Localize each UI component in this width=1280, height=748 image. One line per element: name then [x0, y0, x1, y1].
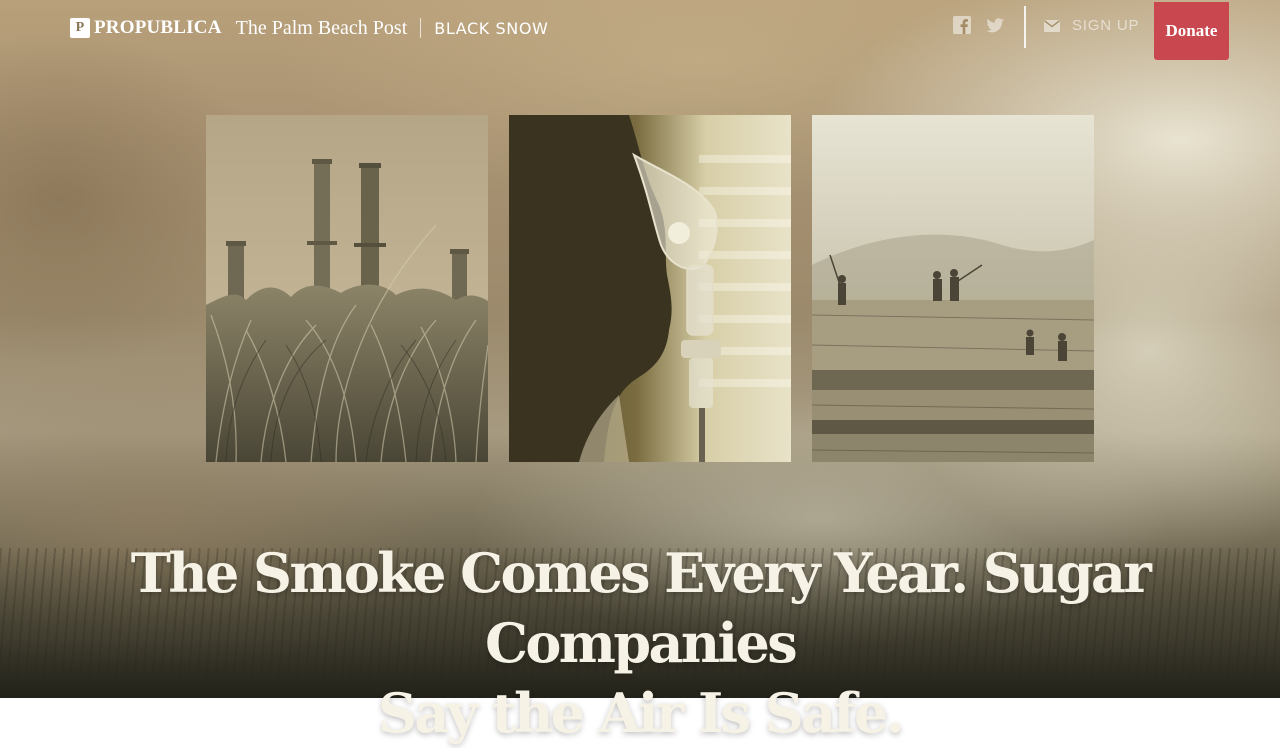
sign-up-label: SIGN UP [1072, 17, 1140, 34]
envelope-icon [1044, 19, 1060, 32]
sign-up-link[interactable]: SIGN UP [1044, 17, 1139, 34]
headline-line-2: Say the Air Is Safe. [377, 681, 905, 745]
brand-lockup: P ProPublica The Palm Beach Post BLACK S… [70, 15, 548, 41]
facebook-icon[interactable] [953, 16, 971, 39]
headline: The Smoke Comes Every Year. Sugar Compan… [40, 538, 1240, 748]
social-links [953, 16, 1019, 39]
photo-field-workers [812, 115, 1094, 462]
propublica-mark-icon: P [70, 18, 90, 38]
nav-divider [1024, 6, 1026, 48]
series-title-link[interactable]: BLACK SNOW [434, 19, 548, 38]
photo-nebulizer-mask [509, 115, 791, 462]
twitter-icon[interactable] [986, 17, 1004, 38]
donate-button[interactable]: Donate [1154, 2, 1229, 60]
propublica-wordmark: ProPublica [94, 17, 222, 38]
palm-beach-post-logo[interactable]: The Palm Beach Post [236, 17, 408, 40]
headline-line-1: The Smoke Comes Every Year. Sugar Compan… [130, 541, 1152, 675]
propublica-logo[interactable]: P ProPublica [70, 17, 222, 39]
top-navigation: P ProPublica The Palm Beach Post BLACK S… [0, 0, 1280, 60]
brand-divider [420, 18, 422, 38]
photo-smokestacks-sugarcane [206, 115, 488, 462]
